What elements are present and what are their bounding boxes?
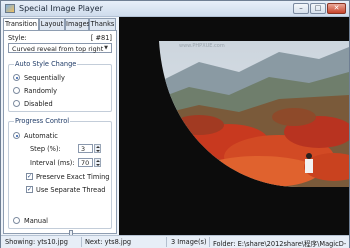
style-label: Style: bbox=[8, 34, 27, 42]
radio-randomly[interactable] bbox=[13, 87, 20, 94]
status-bar: Showing: yts10.jpg Next: yts8.jpg 3 Imag… bbox=[1, 235, 349, 248]
status-separator bbox=[209, 237, 210, 247]
tab-thanks[interactable]: Thanks bbox=[89, 18, 116, 30]
transition-tab-page: Style: [ #81] Curved reveal from top rig… bbox=[3, 30, 117, 234]
app-icon bbox=[5, 4, 15, 13]
status-separator bbox=[166, 237, 167, 247]
radio-disabled[interactable] bbox=[13, 100, 20, 107]
interval-input[interactable]: 70 bbox=[78, 158, 93, 167]
maximize-button[interactable]: □ bbox=[310, 3, 326, 14]
transition-image: www.PHPXUE.com bbox=[159, 41, 349, 187]
image-viewer[interactable]: www.PHPXUE.com bbox=[119, 17, 349, 235]
style-number: [ #81] bbox=[90, 34, 112, 42]
radio-sequentially-label[interactable]: Sequentially bbox=[24, 74, 65, 82]
radio-sequentially[interactable] bbox=[13, 74, 20, 81]
step-spinner[interactable] bbox=[94, 144, 101, 153]
interval-label: Interval (ms): bbox=[30, 159, 75, 167]
status-next: Next: yts8.jpg bbox=[85, 238, 132, 246]
interval-value: 70 bbox=[81, 159, 90, 167]
separate-thread-label[interactable]: Use Separate Thread bbox=[36, 186, 105, 194]
style-select[interactable]: Curved reveal from top right ▼ bbox=[8, 43, 112, 53]
radio-randomly-label[interactable]: Randomly bbox=[24, 87, 57, 95]
style-select-value: Curved reveal from top right bbox=[12, 45, 104, 53]
close-button[interactable]: ✕ bbox=[327, 3, 346, 14]
radio-automatic[interactable] bbox=[13, 132, 20, 139]
radio-manual-label[interactable]: Manual bbox=[24, 217, 48, 225]
title-bar[interactable]: Special Image Player – □ ✕ bbox=[1, 1, 349, 17]
tab-layout[interactable]: Layout bbox=[39, 18, 65, 30]
auto-style-title: Auto Style Change bbox=[14, 60, 78, 68]
watermark: www.PHPXUE.com bbox=[179, 43, 225, 49]
status-separator bbox=[81, 237, 82, 247]
tab-images[interactable]: Images bbox=[65, 18, 90, 30]
preserve-timing-checkbox[interactable]: ✓ bbox=[26, 173, 33, 180]
interval-spinner[interactable] bbox=[94, 158, 101, 167]
status-folder: Folder: E:\share\2012share\程序\MagicD- bbox=[213, 240, 347, 248]
preserve-timing-label[interactable]: Preserve Exact Timing bbox=[36, 173, 109, 181]
status-showing: Showing: yts10.jpg bbox=[5, 238, 68, 246]
step-input[interactable]: 3 bbox=[78, 144, 93, 153]
minimize-button[interactable]: – bbox=[293, 3, 309, 14]
window-title: Special Image Player bbox=[19, 4, 103, 13]
separate-thread-checkbox[interactable]: ✓ bbox=[26, 186, 33, 193]
radio-manual[interactable] bbox=[13, 217, 20, 224]
step-value: 3 bbox=[81, 145, 86, 153]
app-window: Special Image Player – □ ✕ Transition La… bbox=[0, 0, 350, 248]
chevron-down-icon[interactable]: ▼ bbox=[102, 45, 110, 51]
status-image-count: 3 Image(s) bbox=[171, 238, 207, 246]
radio-automatic-label[interactable]: Automatic bbox=[24, 132, 58, 140]
radio-disabled-label[interactable]: Disabled bbox=[24, 100, 53, 108]
settings-panel: Transition Layout Images Thanks Style: [… bbox=[1, 17, 119, 243]
progress-control-title: Progress Control bbox=[14, 117, 71, 125]
step-label: Step (%): bbox=[30, 145, 61, 153]
